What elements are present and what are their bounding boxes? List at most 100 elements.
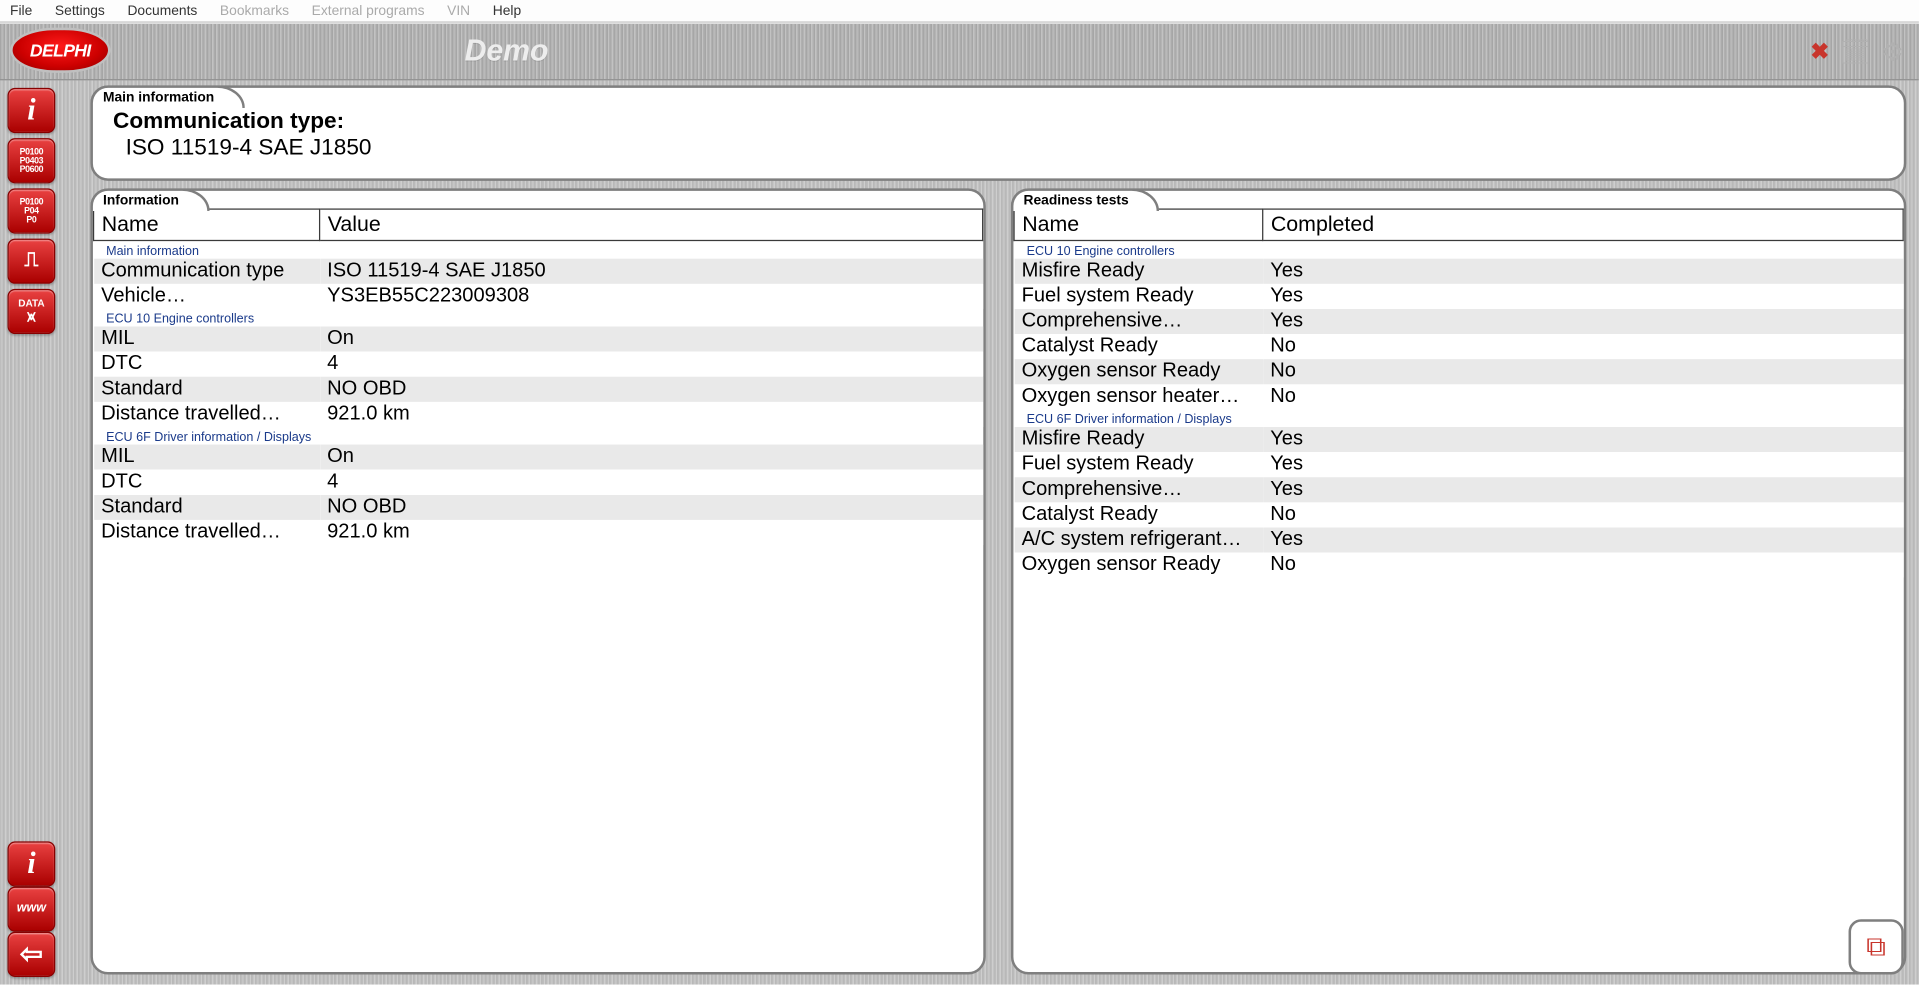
close-icon[interactable]: ✖ bbox=[1810, 38, 1829, 64]
table-row[interactable]: StandardNO OBD bbox=[94, 377, 983, 402]
row-value: 4 bbox=[320, 470, 983, 495]
table-section-header: ECU 10 Engine controllers bbox=[1014, 240, 1903, 258]
header-icons: ✖ 🗓 ⚙ bbox=[1810, 24, 1903, 79]
row-name: Distance travelled… bbox=[94, 520, 320, 545]
info-header-name[interactable]: Name bbox=[94, 209, 320, 240]
information-panel: Information Name Value Main informationC… bbox=[90, 188, 985, 974]
row-name: Oxygen sensor heater… bbox=[1014, 384, 1263, 409]
diagram-button[interactable]: ⧉ bbox=[1849, 919, 1904, 974]
menu-bar: File Settings Documents Bookmarks Extern… bbox=[0, 0, 1919, 23]
table-row[interactable]: Fuel system ReadyYes bbox=[1014, 452, 1903, 477]
main-information-panel: Main information Communication type: ISO… bbox=[90, 85, 1906, 180]
table-row[interactable]: StandardNO OBD bbox=[94, 495, 983, 520]
row-name: Vehicle… bbox=[94, 284, 320, 309]
info-header-value[interactable]: Value bbox=[320, 209, 983, 240]
menu-file[interactable]: File bbox=[10, 3, 32, 18]
table-row[interactable]: Fuel system ReadyYes bbox=[1014, 284, 1903, 309]
table-row[interactable]: Oxygen sensor ReadyNo bbox=[1014, 553, 1903, 578]
row-value: NO OBD bbox=[320, 495, 983, 520]
sidebar-www-button[interactable]: www bbox=[8, 887, 56, 932]
header-bar: DELPHI Demo ✖ 🗓 ⚙ bbox=[0, 23, 1919, 81]
table-row[interactable]: Comprehensive…Yes bbox=[1014, 477, 1903, 502]
table-row[interactable]: MILOn bbox=[94, 445, 983, 470]
menu-help[interactable]: Help bbox=[493, 3, 521, 18]
row-value: No bbox=[1263, 553, 1903, 578]
row-name: Fuel system Ready bbox=[1014, 284, 1263, 309]
readiness-tab: Readiness tests bbox=[1011, 188, 1159, 211]
row-name: Oxygen sensor Ready bbox=[1014, 553, 1263, 578]
menu-bookmarks[interactable]: Bookmarks bbox=[220, 3, 289, 18]
row-name: DTC bbox=[94, 470, 320, 495]
row-value: 4 bbox=[320, 352, 983, 377]
menu-external-programs[interactable]: External programs bbox=[312, 3, 425, 18]
sidebar-data-button[interactable]: DATA⩙ bbox=[8, 289, 56, 334]
table-row[interactable]: Misfire ReadyYes bbox=[1014, 427, 1903, 452]
row-value: On bbox=[320, 327, 983, 352]
row-value: Yes bbox=[1263, 527, 1903, 552]
table-row[interactable]: Catalyst ReadyNo bbox=[1014, 334, 1903, 359]
row-name: Comprehensive… bbox=[1014, 309, 1263, 334]
table-row[interactable]: DTC4 bbox=[94, 470, 983, 495]
row-value: 921.0 km bbox=[320, 520, 983, 545]
table-section-header: Main information bbox=[94, 240, 983, 258]
row-value: YS3EB55C223009308 bbox=[320, 284, 983, 309]
sidebar-left: i P0100 P0403 P0600 P0100P04P0 ⎍ DATA⩙ i… bbox=[0, 80, 75, 984]
table-row[interactable]: A/C system refrigerant…Yes bbox=[1014, 527, 1903, 552]
row-value: No bbox=[1263, 384, 1903, 409]
readiness-header-completed[interactable]: Completed bbox=[1263, 209, 1903, 240]
readiness-header-name[interactable]: Name bbox=[1014, 209, 1263, 240]
sidebar-help-button[interactable]: i bbox=[8, 841, 56, 886]
content-area: Main information Communication type: ISO… bbox=[75, 80, 1919, 984]
row-value: Yes bbox=[1263, 452, 1903, 477]
row-name: Standard bbox=[94, 495, 320, 520]
menu-documents[interactable]: Documents bbox=[127, 3, 197, 18]
table-row[interactable]: Misfire ReadyYes bbox=[1014, 259, 1903, 284]
header-title: Demo bbox=[465, 34, 549, 69]
readiness-table: Name Completed ECU 10 Engine controllers… bbox=[1013, 208, 1903, 577]
row-value: No bbox=[1263, 502, 1903, 527]
menu-settings[interactable]: Settings bbox=[55, 3, 105, 18]
row-name: Comprehensive… bbox=[1014, 477, 1263, 502]
workspace: i P0100 P0403 P0600 P0100P04P0 ⎍ DATA⩙ i… bbox=[0, 80, 1919, 984]
table-row[interactable]: Comprehensive…Yes bbox=[1014, 309, 1903, 334]
row-name: A/C system refrigerant… bbox=[1014, 527, 1263, 552]
communication-type-label: Communication type: bbox=[108, 108, 1889, 134]
row-value: Yes bbox=[1263, 284, 1903, 309]
row-value: Yes bbox=[1263, 427, 1903, 452]
table-section-header: ECU 6F Driver information / Displays bbox=[94, 427, 983, 445]
row-value: No bbox=[1263, 334, 1903, 359]
table-row[interactable]: Oxygen sensor ReadyNo bbox=[1014, 359, 1903, 384]
menu-vin[interactable]: VIN bbox=[447, 3, 470, 18]
table-row[interactable]: DTC4 bbox=[94, 352, 983, 377]
row-name: Oxygen sensor Ready bbox=[1014, 359, 1263, 384]
sidebar-dtc-codes-button[interactable]: P0100 P0403 P0600 bbox=[8, 138, 56, 183]
settings-loading-icon: ⚙ bbox=[1881, 36, 1904, 67]
row-name: Distance travelled… bbox=[94, 402, 320, 427]
sidebar-info-button[interactable]: i bbox=[8, 88, 56, 133]
row-value: NO OBD bbox=[320, 377, 983, 402]
table-row[interactable]: Catalyst ReadyNo bbox=[1014, 502, 1903, 527]
sidebar-graph-button[interactable]: ⎍ bbox=[8, 239, 56, 284]
table-row[interactable]: Distance travelled…921.0 km bbox=[94, 520, 983, 545]
sidebar-back-button[interactable]: ⇦ bbox=[8, 932, 56, 977]
row-name: MIL bbox=[94, 327, 320, 352]
row-value: ISO 11519-4 SAE J1850 bbox=[320, 259, 983, 284]
table-row[interactable]: Communication typeISO 11519-4 SAE J1850 bbox=[94, 259, 983, 284]
row-value: On bbox=[320, 445, 983, 470]
table-row[interactable]: MILOn bbox=[94, 327, 983, 352]
diagram-icon: ⧉ bbox=[1866, 931, 1886, 964]
brand-logo: DELPHI bbox=[10, 28, 110, 73]
table-section-header: ECU 10 Engine controllers bbox=[94, 309, 983, 327]
table-row[interactable]: Vehicle…YS3EB55C223009308 bbox=[94, 284, 983, 309]
table-row[interactable]: Oxygen sensor heater…No bbox=[1014, 384, 1903, 409]
row-value: Yes bbox=[1263, 477, 1903, 502]
information-table: Name Value Main informationCommunication… bbox=[93, 208, 983, 545]
table-row[interactable]: Distance travelled…921.0 km bbox=[94, 402, 983, 427]
calendar-icon[interactable]: 🗓 bbox=[1839, 36, 1871, 67]
sidebar-dtc-live-button[interactable]: P0100P04P0 bbox=[8, 188, 56, 233]
row-value: No bbox=[1263, 359, 1903, 384]
main-information-tab: Main information bbox=[90, 85, 244, 108]
row-name: Catalyst Ready bbox=[1014, 334, 1263, 359]
table-section-header: ECU 6F Driver information / Displays bbox=[1014, 409, 1903, 427]
readiness-panel: Readiness tests Name Completed ECU 10 En… bbox=[1011, 188, 1906, 974]
